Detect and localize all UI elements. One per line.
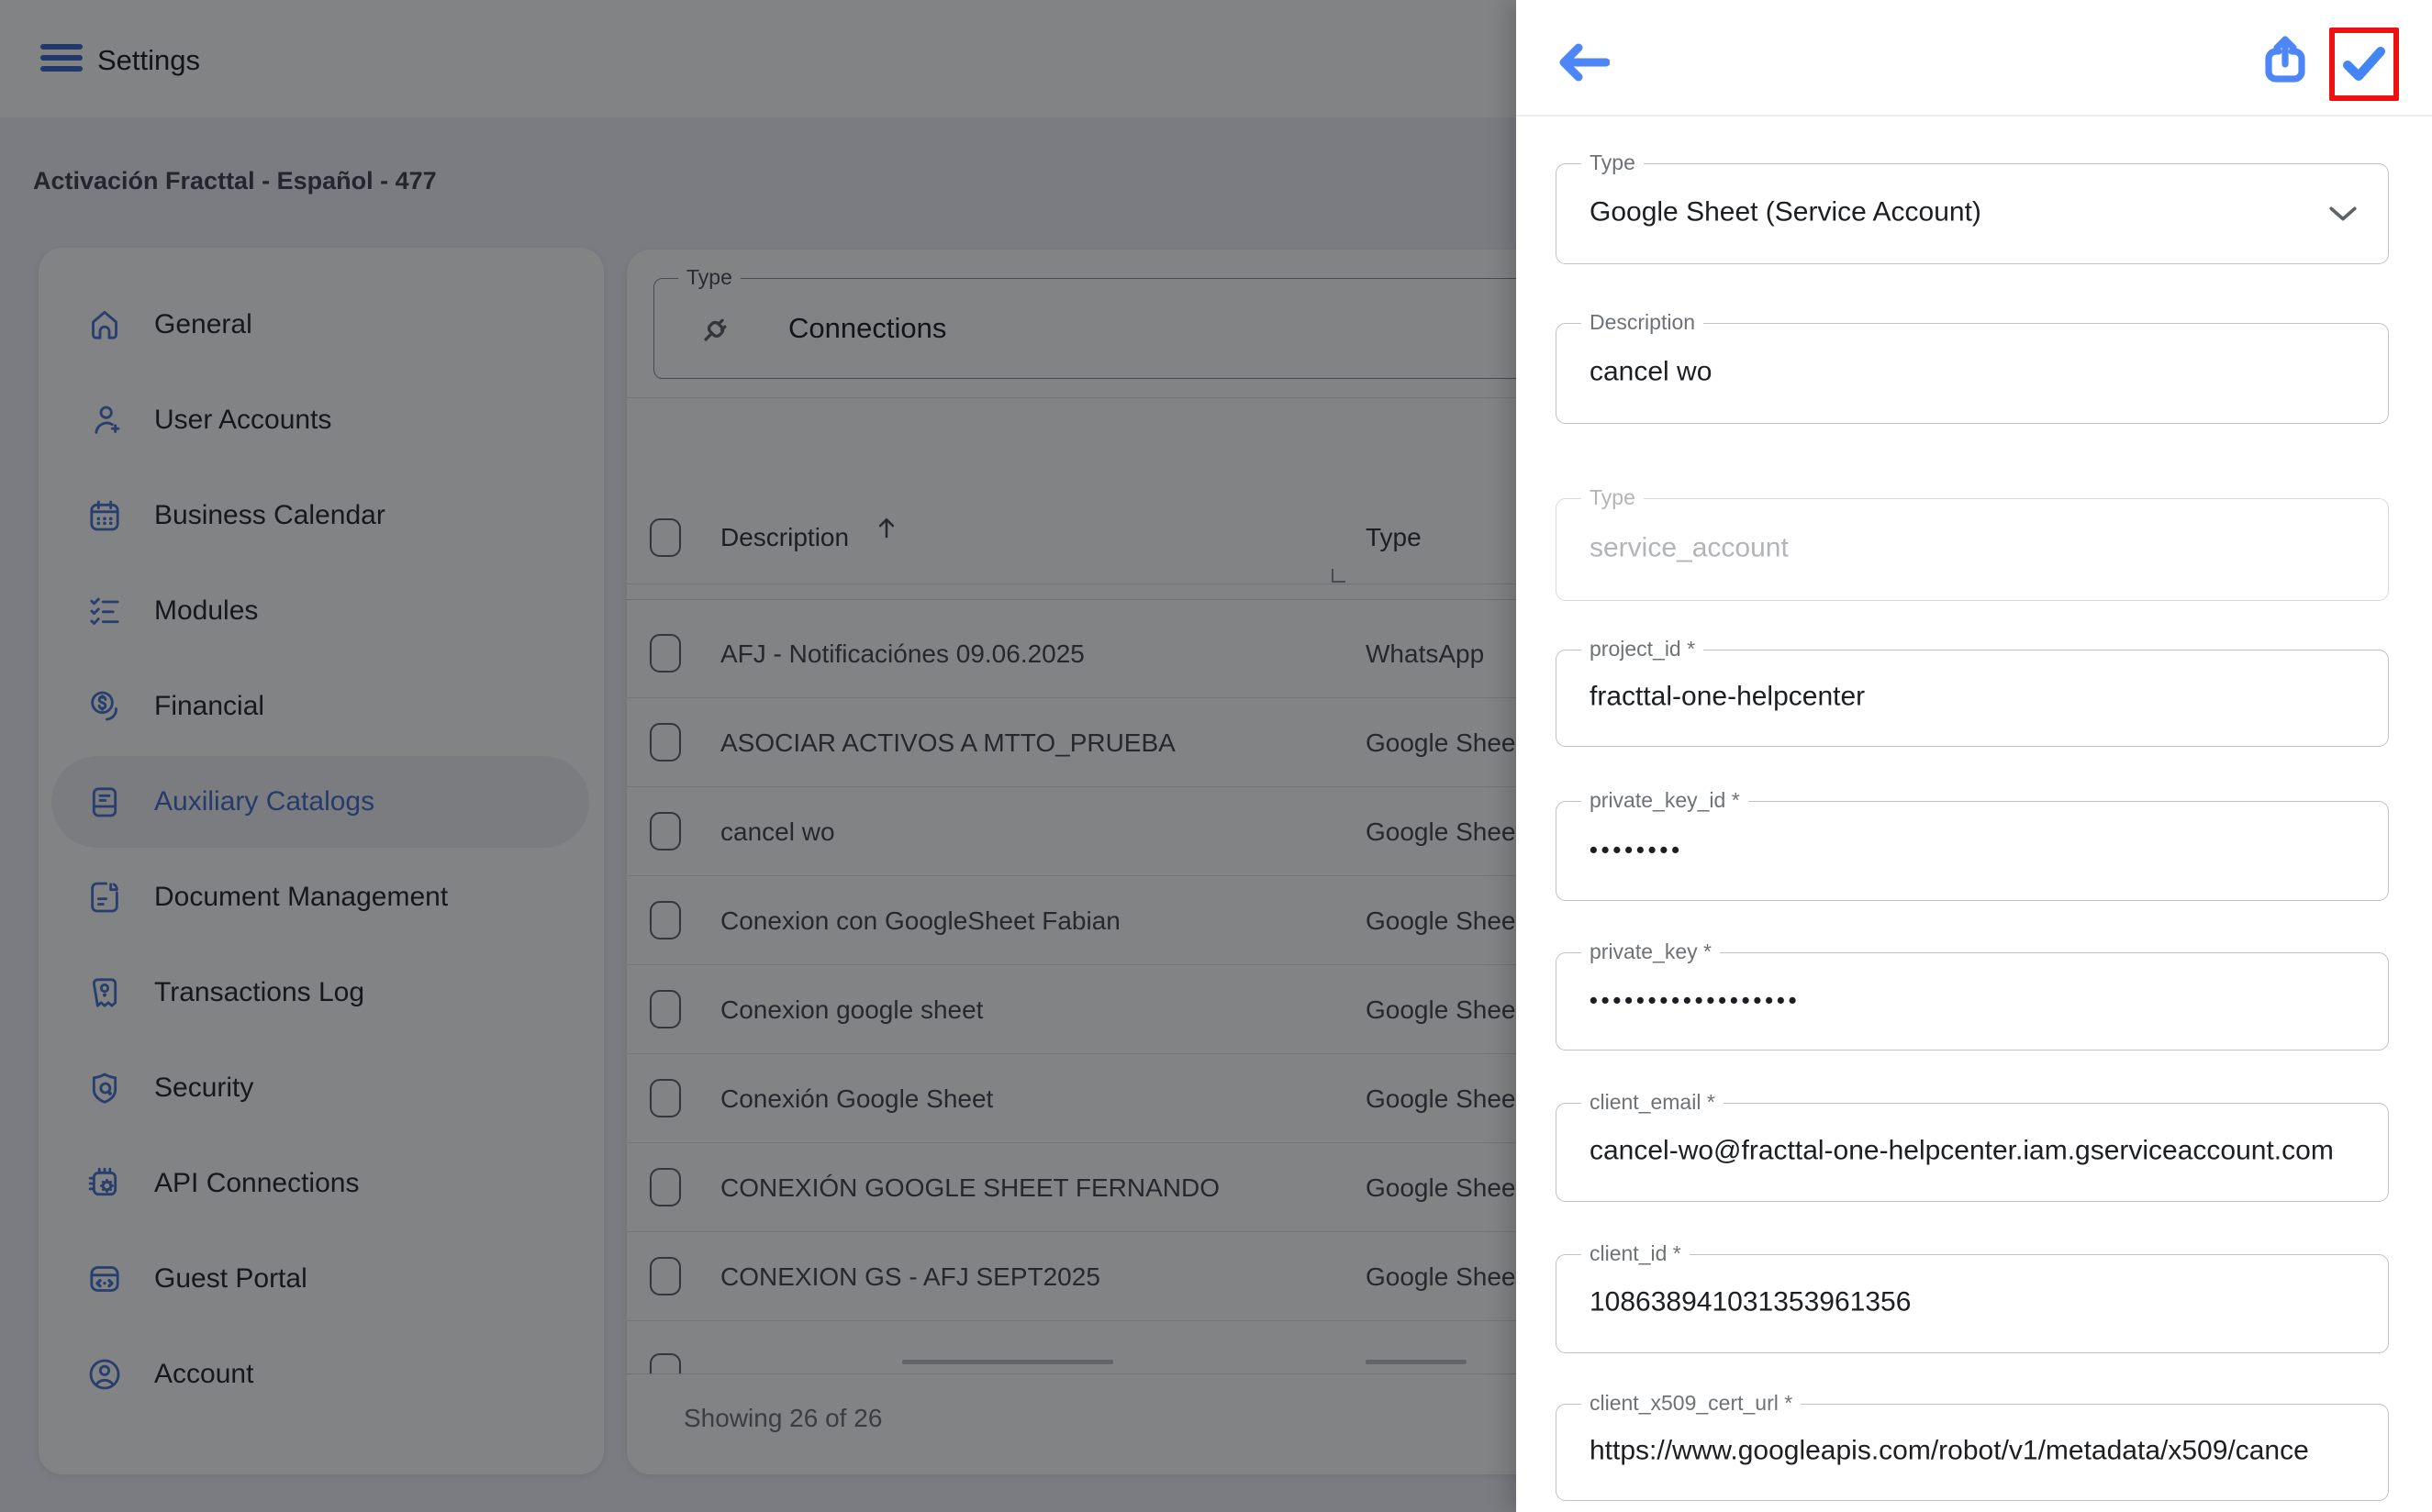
field-value: cancel-wo@fracttal-one-helpcenter.iam.gs… [1590, 1136, 2371, 1167]
field-label: Type [1581, 485, 1644, 510]
field-label: client_id * [1581, 1241, 1690, 1266]
field-value: •••••••••••••••••• [1590, 987, 2315, 1014]
field-type-select[interactable]: Type Google Sheet (Service Account) [1556, 163, 2389, 264]
field-type-readonly: Type service_account [1556, 498, 2389, 601]
field-private-key[interactable]: private_key * •••••••••••••••••• [1556, 952, 2389, 1051]
field-value: •••••••• [1590, 837, 2315, 863]
field-value: 108638941031353961356 [1590, 1287, 2315, 1318]
field-label: private_key_id * [1581, 788, 1748, 813]
back-button[interactable] [1558, 42, 1610, 83]
field-value: fracttal-one-helpcenter [1590, 682, 2315, 713]
field-value: https://www.googleapis.com/robot/v1/meta… [1590, 1436, 2371, 1467]
modal-scrim[interactable] [0, 0, 1516, 1512]
field-private-key-id[interactable]: private_key_id * •••••••• [1556, 801, 2389, 901]
field-client-email[interactable]: client_email * cancel-wo@fracttal-one-he… [1556, 1103, 2389, 1202]
field-project-id[interactable]: project_id * fracttal-one-helpcenter [1556, 650, 2389, 747]
connection-detail-drawer: Type Google Sheet (Service Account) Desc… [1516, 0, 2432, 1512]
check-icon [2342, 69, 2386, 84]
field-label: Type [1581, 150, 1644, 175]
annotation-highlight-box [2329, 28, 2399, 101]
field-value: Google Sheet (Service Account) [1590, 197, 2315, 228]
field-value: cancel wo [1590, 357, 2315, 388]
field-label: client_email * [1581, 1090, 1724, 1115]
chevron-down-icon[interactable] [2327, 204, 2359, 224]
save-button[interactable] [2342, 46, 2386, 81]
share-button[interactable] [2263, 35, 2307, 86]
drawer-header [1516, 0, 2432, 117]
field-label: project_id * [1581, 637, 1703, 662]
settings-page: Settings Activación Fracttal - Español -… [0, 0, 2432, 1512]
share-icon [2263, 74, 2307, 90]
field-value: service_account [1590, 533, 2315, 564]
field-client-x509-cert-url[interactable]: client_x509_cert_url * https://www.googl… [1556, 1404, 2389, 1501]
field-client-id[interactable]: client_id * 108638941031353961356 [1556, 1254, 2389, 1353]
field-description[interactable]: Description cancel wo [1556, 323, 2389, 424]
back-arrow-icon [1558, 71, 1610, 86]
field-label: private_key * [1581, 939, 1720, 964]
field-label: Description [1581, 310, 1703, 335]
field-label: client_x509_cert_url * [1581, 1391, 1801, 1416]
